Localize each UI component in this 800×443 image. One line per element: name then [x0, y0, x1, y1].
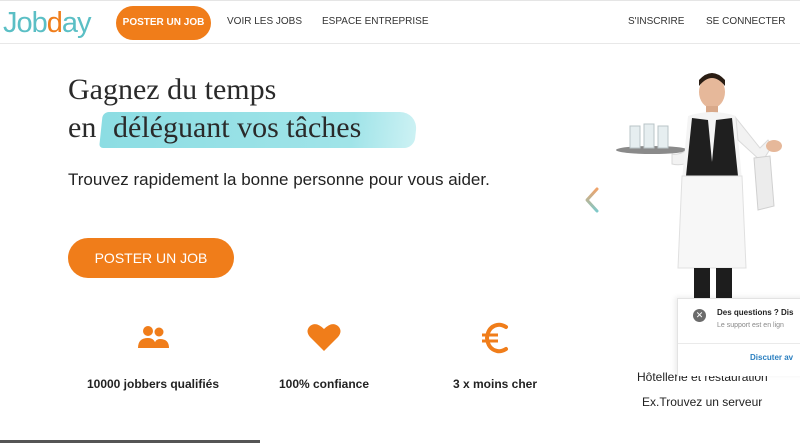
chat-divider: [678, 343, 800, 344]
close-icon[interactable]: ✕: [693, 309, 706, 322]
support-chat-widget: ✕ Des questions ? Dis Le support est en …: [677, 298, 800, 376]
nav-login-link[interactable]: SE CONNECTER: [706, 16, 785, 27]
waiter-illustration: [612, 70, 800, 302]
hero-subtitle: Trouvez rapidement la bonne personne pou…: [68, 170, 490, 189]
jobday-logo[interactable]: Jobday: [3, 5, 92, 41]
hero-title-prefix: en: [68, 111, 97, 144]
logo-part-job: Job: [3, 7, 48, 39]
hero-title-highlight: déléguant vos tâches: [113, 111, 362, 144]
carousel-prev-arrow-icon[interactable]: [582, 186, 602, 214]
feature-label-confidence: 100% confiance: [278, 377, 370, 391]
logo-part-ay: ay: [61, 7, 92, 39]
users-icon: [134, 322, 174, 354]
nav-post-job-button[interactable]: POSTER UN JOB: [116, 6, 211, 40]
heart-icon: [304, 322, 344, 354]
feature-label-jobbers: 10000 jobbers qualifiés: [86, 377, 220, 391]
feature-label-cheaper: 3 x moins cher: [452, 377, 538, 391]
nav-signup-link[interactable]: S'INSCRIRE: [628, 16, 684, 27]
euro-icon: [476, 322, 516, 354]
hero-post-job-button[interactable]: POSTER UN JOB: [68, 238, 234, 278]
logo-part-d: d: [46, 7, 63, 39]
nav-business-space-link[interactable]: ESPACE ENTREPRISE: [322, 16, 429, 27]
hero-title-line1: Gagnez du temps: [68, 73, 277, 106]
nav-see-jobs-link[interactable]: VOIR LES JOBS: [227, 16, 302, 27]
chat-subtitle: Le support est en lign: [717, 322, 784, 329]
carousel-example: Ex.Trouvez un serveur: [642, 395, 763, 409]
chat-title: Des questions ? Dis: [717, 308, 794, 317]
chat-start-link[interactable]: Discuter av: [750, 353, 793, 362]
top-navbar: Jobday POSTER UN JOB VOIR LES JOBS ESPAC…: [0, 0, 800, 44]
